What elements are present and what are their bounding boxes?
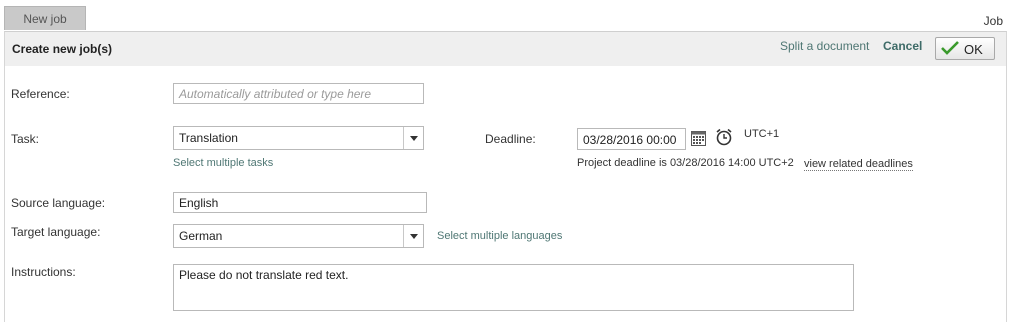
reference-placeholder: Automatically attributed or type here xyxy=(179,87,372,101)
deadline-value: 03/28/2016 00:00 xyxy=(583,133,677,147)
instructions-textarea[interactable]: Please do not translate red text. xyxy=(173,264,854,311)
cancel-button[interactable]: Cancel xyxy=(883,39,922,53)
instructions-label: Instructions: xyxy=(11,265,76,279)
reference-input[interactable]: Automatically attributed or type here xyxy=(173,83,424,104)
ok-button-label: OK xyxy=(964,42,983,57)
deadline-input[interactable]: 03/28/2016 00:00 xyxy=(577,128,686,150)
reference-label: Reference: xyxy=(11,87,70,101)
task-value: Translation xyxy=(179,131,238,145)
project-deadline-note: Project deadline is 03/28/2016 14:00 UTC… xyxy=(577,157,794,169)
select-multiple-languages-link[interactable]: Select multiple languages xyxy=(437,230,562,242)
chevron-down-icon[interactable] xyxy=(403,127,423,149)
instructions-value: Please do not translate red text. xyxy=(179,268,349,282)
target-language-value: German xyxy=(179,229,223,243)
tab-new-job[interactable]: New job xyxy=(4,6,86,30)
breadcrumb: Job xyxy=(983,14,1003,28)
select-multiple-tasks-link[interactable]: Select multiple tasks xyxy=(173,157,273,169)
timezone-label: UTC+1 xyxy=(744,128,780,140)
task-label: Task: xyxy=(11,132,40,146)
page-title: Create new job(s) xyxy=(12,42,113,56)
target-language-select[interactable]: German xyxy=(173,224,424,248)
create-job-panel: Create new job(s) Split a document Cance… xyxy=(4,31,1007,322)
source-language-label: Source language: xyxy=(11,196,106,210)
chevron-down-icon[interactable] xyxy=(403,225,423,247)
split-document-link[interactable]: Split a document xyxy=(780,39,869,53)
target-language-label: Target language: xyxy=(11,225,101,239)
panel-header: Create new job(s) Split a document Cance… xyxy=(5,32,1006,66)
view-related-deadlines-link[interactable]: view related deadlines xyxy=(804,158,913,171)
source-language-value: English xyxy=(179,196,219,210)
task-select[interactable]: Translation xyxy=(173,126,424,150)
calendar-icon[interactable] xyxy=(691,131,706,149)
ok-button[interactable]: OK xyxy=(935,37,995,60)
checkmark-icon xyxy=(941,41,959,58)
deadline-label: Deadline: xyxy=(485,132,536,146)
source-language-field: English xyxy=(173,192,427,213)
clock-icon[interactable] xyxy=(715,128,733,149)
